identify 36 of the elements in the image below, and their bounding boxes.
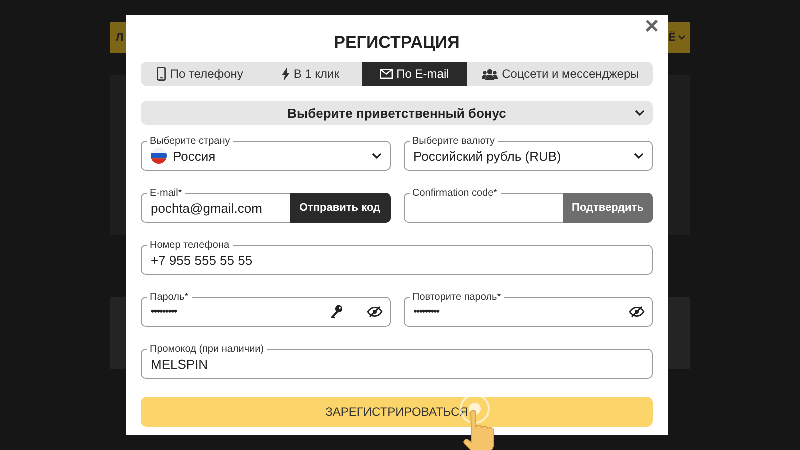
chevron-icon bbox=[372, 153, 382, 159]
password-field[interactable]: Пароль* ••••••••• bbox=[141, 290, 390, 327]
chevron-icon bbox=[635, 110, 645, 116]
dialog-title: РЕГИСТРАЦИЯ bbox=[333, 33, 461, 54]
phone-icon bbox=[157, 67, 166, 81]
hidden-eye-icon[interactable] bbox=[629, 306, 645, 318]
select-field[interactable]: Выберите валюту Российский рубль (RUB) bbox=[404, 134, 653, 171]
lightning-icon bbox=[282, 68, 290, 80]
field-label: Выберите валюту bbox=[410, 135, 498, 148]
field-value: +7 955 555 55 55 bbox=[151, 252, 253, 268]
chevron-icon bbox=[678, 34, 686, 40]
select-field[interactable]: Выберите страну Россия bbox=[141, 134, 390, 171]
field-label: Выберите страну bbox=[147, 135, 234, 148]
field-value: Российский рубль (RUB) bbox=[414, 148, 562, 164]
field-label: Пароль* bbox=[147, 291, 192, 304]
field-label: Промокод (при наличии) bbox=[147, 343, 268, 356]
field-label: Номер телефона bbox=[147, 239, 233, 252]
field-value: MELSPIN bbox=[151, 356, 208, 372]
field-value: Россия bbox=[173, 148, 216, 164]
input-field[interactable]: Промокод (при наличии) MELSPIN bbox=[141, 342, 653, 379]
field-label: Повторите пароль* bbox=[410, 291, 504, 304]
field-button[interactable]: Отправить код bbox=[290, 193, 390, 223]
password-field[interactable]: Повторите пароль* ••••••••• bbox=[404, 290, 653, 327]
hidden-eye-icon[interactable] bbox=[366, 306, 382, 318]
mail-icon bbox=[380, 69, 393, 79]
chevron-icon bbox=[634, 153, 644, 159]
field-value: pochta@gmail.com bbox=[151, 200, 262, 216]
input-field[interactable]: E-mail* pochta@gmail.com Отправить код bbox=[141, 186, 390, 223]
tab[interactable]: По E-mail bbox=[362, 62, 468, 86]
users-icon bbox=[482, 68, 498, 80]
field-value: ••••••••• bbox=[414, 306, 440, 318]
input-field[interactable]: Номер телефона +7 955 555 55 55 bbox=[141, 238, 653, 275]
bonus-dropdown[interactable]: Выберите приветственный бонус bbox=[141, 101, 653, 125]
close-button[interactable]: × bbox=[640, 15, 663, 39]
field-value: ••••••••• bbox=[151, 306, 177, 318]
register-button[interactable]: ЗАРЕГИСТРИРОВАТЬСЯ bbox=[141, 397, 653, 427]
